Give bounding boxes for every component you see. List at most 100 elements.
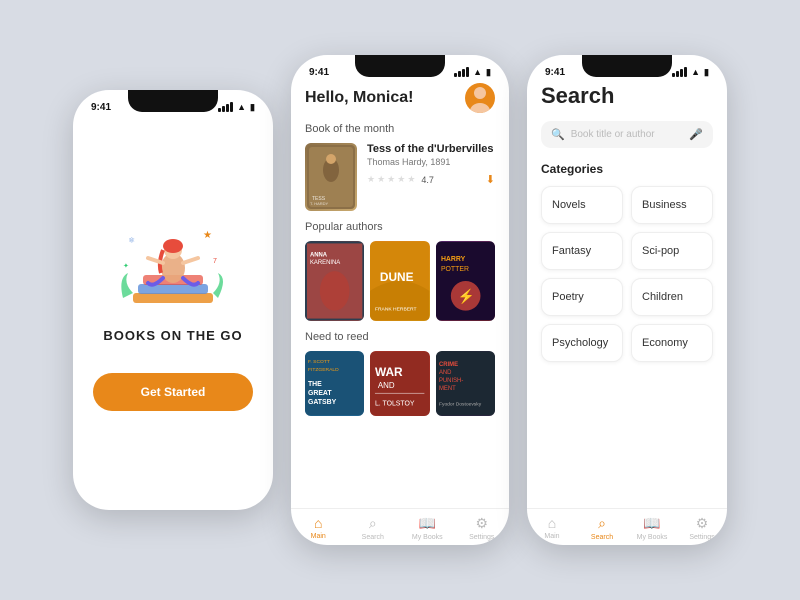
- nav-search[interactable]: ⌕ Search: [346, 515, 401, 541]
- svg-text:KARENINA: KARENINA: [310, 260, 340, 266]
- phone-search: 9:41 ▲ ▮ Search 🔍 Book title or author 🎤…: [527, 55, 727, 545]
- splash-illustration: ★ ⚛ 7 ✦: [113, 208, 233, 328]
- search-nav-settings[interactable]: ⚙ Settings: [677, 515, 727, 541]
- nav-mybooks-label: My Books: [412, 534, 443, 541]
- search-nav-search-icon: ⌕: [598, 515, 606, 532]
- mic-icon[interactable]: 🎤: [689, 128, 703, 141]
- search-placeholder: Book title or author: [571, 129, 684, 140]
- home-header: Hello, Monica!: [305, 83, 495, 113]
- category-business[interactable]: Business: [631, 186, 713, 224]
- nav-search-label: Search: [362, 534, 384, 541]
- splash-content: ★ ⚛ 7 ✦ BOOKS ON THE GO Get Started: [73, 118, 273, 510]
- tess-cover: TESS T. HARDY: [305, 143, 357, 211]
- signal-icon-home: [454, 67, 469, 77]
- category-scipop[interactable]: Sci-pop: [631, 232, 713, 270]
- popular-authors-section: Popular authors ANNA KARENINA DUNE: [305, 221, 495, 321]
- nav-main[interactable]: ⌂ Main: [291, 515, 346, 541]
- home-greeting: Hello, Monica!: [305, 89, 413, 107]
- book-info: Tess of the d'Urbervilles Thomas Hardy, …: [367, 143, 495, 186]
- time-splash: 9:41: [91, 102, 111, 113]
- category-economy[interactable]: Economy: [631, 324, 713, 362]
- book-of-month-label: Book of the month: [305, 123, 495, 135]
- svg-text:F. SCOTT: F. SCOTT: [308, 359, 330, 365]
- search-nav-settings-icon: ⚙: [696, 515, 709, 532]
- featured-title: Tess of the d'Urbervilles: [367, 143, 495, 155]
- avatar: [465, 83, 495, 113]
- category-psychology[interactable]: Psychology: [541, 324, 623, 362]
- svg-text:GATSBY: GATSBY: [308, 399, 337, 406]
- svg-text:AND: AND: [378, 381, 395, 390]
- search-nav-home-icon: ⌂: [548, 515, 556, 531]
- wifi-icon-home: ▲: [473, 67, 482, 77]
- svg-text:PUNISH-: PUNISH-: [439, 378, 463, 384]
- star-2: ★: [377, 174, 385, 185]
- svg-text:MENT: MENT: [439, 386, 456, 392]
- notch-search: [582, 55, 672, 77]
- battery-icon-home: ▮: [486, 67, 491, 78]
- status-icons-home: ▲ ▮: [454, 67, 491, 78]
- war-cover[interactable]: WAR AND L. TOLSTOY: [370, 351, 429, 416]
- search-bottom-nav: ⌂ Main ⌕ Search 📖 My Books ⚙ Settings: [527, 508, 727, 545]
- search-nav-books-icon: 📖: [643, 515, 660, 532]
- gatsby-cover[interactable]: F. SCOTT FITZGERALD THE GREAT GATSBY: [305, 351, 364, 416]
- categories-grid: Novels Business Fantasy Sci-pop Poetry C…: [541, 186, 713, 362]
- svg-text:⚛: ⚛: [128, 236, 135, 245]
- nav-main-label: Main: [311, 533, 326, 540]
- anna-cover[interactable]: ANNA KARENINA: [305, 241, 364, 321]
- home-bottom-nav: ⌂ Main ⌕ Search 📖 My Books ⚙ Settings: [291, 508, 509, 545]
- category-novels[interactable]: Novels: [541, 186, 623, 224]
- nav-settings[interactable]: ⚙ Settings: [455, 515, 510, 541]
- svg-text:7: 7: [213, 258, 217, 265]
- harry-cover[interactable]: HARRY POTTER ⚡: [436, 241, 495, 321]
- status-icons-splash: ▲ ▮: [218, 102, 255, 113]
- wifi-icon-search: ▲: [691, 67, 700, 77]
- search-nav-icon: ⌕: [369, 515, 377, 532]
- search-title: Search: [541, 83, 713, 109]
- category-children[interactable]: Children: [631, 278, 713, 316]
- svg-text:✦: ✦: [123, 262, 129, 270]
- svg-text:GREAT: GREAT: [308, 390, 332, 397]
- categories-label: Categories: [541, 162, 713, 176]
- battery-icon: ▮: [250, 102, 255, 113]
- crime-cover[interactable]: CRIME AND PUNISH- MENT Fyodor Dostoevsky: [436, 351, 495, 416]
- svg-text:POTTER: POTTER: [441, 266, 469, 273]
- search-nav-main[interactable]: ⌂ Main: [527, 515, 577, 541]
- need-to-read-section: Need to reed F. SCOTT FITZGERALD THE GRE…: [305, 331, 495, 416]
- category-poetry[interactable]: Poetry: [541, 278, 623, 316]
- popular-label: Popular authors: [305, 221, 495, 233]
- star-4: ★: [397, 174, 405, 185]
- phone-home: 9:41 ▲ ▮ Hello, Monica! Book of the: [291, 55, 509, 545]
- svg-text:CRIME: CRIME: [439, 362, 458, 368]
- search-nav-mybooks[interactable]: 📖 My Books: [627, 515, 677, 541]
- home-nav-icon: ⌂: [314, 515, 322, 531]
- phone-splash: 9:41 ▲ ▮: [73, 90, 273, 510]
- search-bar[interactable]: 🔍 Book title or author 🎤: [541, 121, 713, 148]
- search-nav-mybooks-label: My Books: [637, 534, 668, 541]
- svg-text:★: ★: [203, 230, 212, 241]
- time-search: 9:41: [545, 67, 565, 78]
- svg-text:FITZGERALD: FITZGERALD: [308, 367, 339, 373]
- search-content: Search 🔍 Book title or author 🎤 Categori…: [527, 83, 727, 508]
- star-3: ★: [387, 174, 395, 185]
- svg-text:AND: AND: [439, 370, 452, 376]
- signal-icon-search: [672, 67, 687, 77]
- search-icon: 🔍: [551, 128, 565, 141]
- svg-text:FRANK HERBERT: FRANK HERBERT: [375, 307, 417, 313]
- featured-author: Thomas Hardy, 1891: [367, 157, 495, 167]
- settings-nav-icon: ⚙: [475, 515, 488, 532]
- get-started-button[interactable]: Get Started: [93, 373, 253, 411]
- svg-text:⚡: ⚡: [457, 288, 474, 305]
- search-nav-search[interactable]: ⌕ Search: [577, 515, 627, 541]
- dune-cover[interactable]: DUNE FRANK HERBERT: [370, 241, 429, 321]
- battery-icon-search: ▮: [704, 67, 709, 78]
- download-icon[interactable]: ⬇: [486, 173, 495, 186]
- category-fantasy[interactable]: Fantasy: [541, 232, 623, 270]
- author-books-list: ANNA KARENINA DUNE FRANK HERBERT: [305, 241, 495, 321]
- notch-home: [355, 55, 445, 77]
- svg-text:T. HARDY: T. HARDY: [310, 201, 329, 206]
- search-nav-settings-label: Settings: [689, 534, 714, 541]
- status-icons-search: ▲ ▮: [672, 67, 709, 78]
- nav-mybooks[interactable]: 📖 My Books: [400, 515, 455, 541]
- svg-text:L. TOLSTOY: L. TOLSTOY: [375, 401, 415, 408]
- search-nav-search-label: Search: [591, 534, 613, 541]
